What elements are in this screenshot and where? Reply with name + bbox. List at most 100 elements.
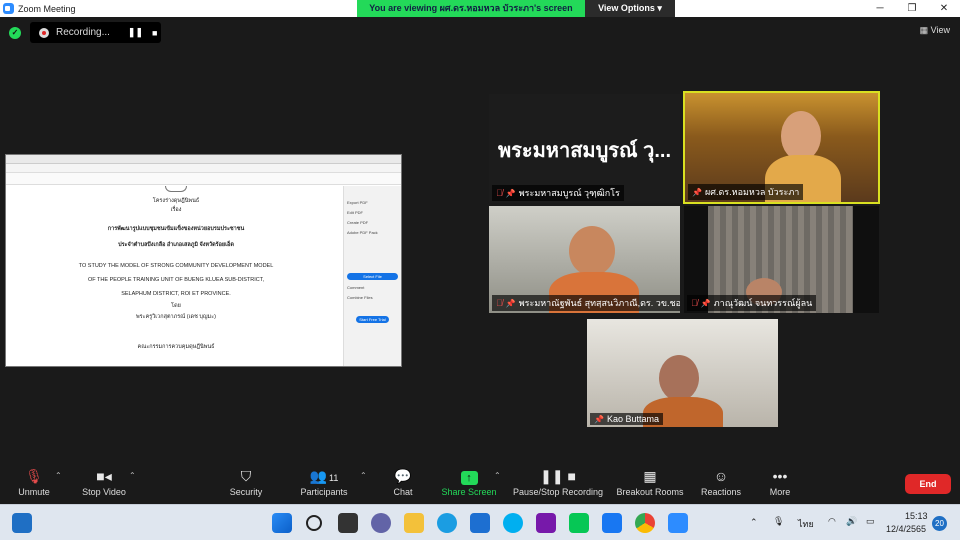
window-controls: ─ ❐ ✕ (864, 0, 960, 17)
maximize-icon[interactable]: ❐ (896, 0, 928, 17)
view-options-button[interactable]: View Options ▾ (585, 0, 675, 17)
close-icon[interactable]: ✕ (928, 0, 960, 17)
widgets-icon[interactable] (12, 513, 32, 533)
doc-line: โครงร่างดุษฎีนิพนธ์ (152, 198, 200, 204)
participant-name: ภาณุวัฒน์ จนทวรรณ์ผู้ลน (713, 298, 813, 308)
microphone-tray-icon[interactable]: 🎙 (773, 516, 784, 527)
share-screen-button[interactable]: ↑ Share Screen (440, 468, 498, 497)
video-camera-icon: ■◂ (96, 468, 112, 484)
panel-item[interactable]: Combine Files (347, 295, 398, 300)
tray-chevron-icon[interactable]: ⌃ (750, 517, 758, 528)
mail-icon[interactable] (470, 513, 490, 533)
breakout-rooms-label: Breakout Rooms (616, 487, 684, 497)
clock-time[interactable]: 15:13 (905, 511, 928, 521)
pin-icon: 📌 (594, 414, 604, 424)
participant-name: พระมหาณัฐพันธ์ สุทสฺสนวิภาณี,ดร. วข.ชอ..… (518, 298, 680, 308)
mic-muted-icon: 🎙̸ (496, 188, 503, 198)
chrome-icon[interactable] (635, 513, 655, 533)
pdf-document: โครงร่างดุษฎีนิพนธ์ เรื่อง การพัฒนารูปแบ… (6, 186, 346, 366)
participants-caret-icon[interactable]: ⌃ (360, 471, 367, 480)
stop-video-label: Stop Video (82, 487, 126, 497)
stop-recording-icon[interactable]: ■ (152, 28, 157, 38)
pin-icon: 📌 (505, 298, 516, 308)
panel-item[interactable]: Select File (347, 273, 398, 280)
notification-badge[interactable]: 20 (932, 516, 947, 531)
panel-item[interactable]: Create PDF (347, 220, 398, 225)
mic-muted-icon: 🎙̸ (496, 298, 503, 308)
video-tile[interactable]: 🎙̸ 📌 ภาณุวัฒน์ จนทวรรณ์ผู้ลน (684, 206, 879, 313)
minimize-icon[interactable]: ─ (864, 0, 896, 17)
chat-button[interactable]: 💬 Chat (386, 468, 420, 497)
clock-date[interactable]: 12/4/2565 (886, 524, 926, 534)
doc-line: SELAPHUM DISTRICT, ROI ET PROVINCE. (121, 291, 231, 297)
more-button[interactable]: ••• More (764, 468, 796, 497)
security-label: Security (229, 487, 263, 497)
unmute-button[interactable]: 🎙 Unmute (12, 468, 56, 497)
pin-icon: 📌 (505, 188, 516, 198)
audio-options-caret-icon[interactable]: ⌃ (55, 471, 62, 480)
shared-screen[interactable]: โครงร่างดุษฎีนิพนธ์ เรื่อง การพัฒนารูปแบ… (5, 154, 402, 367)
zoom-taskbar-icon[interactable] (668, 513, 688, 533)
video-options-caret-icon[interactable]: ⌃ (129, 471, 136, 480)
volume-icon[interactable]: 🔊 (846, 516, 857, 527)
mic-muted-icon: 🎙̸ (691, 298, 698, 308)
pause-stop-label: Pause/Stop Recording (512, 487, 604, 497)
video-tile-active-speaker[interactable]: 📌 ผศ.ดร.หอมหวล บัวระภา (683, 91, 880, 204)
participant-video (781, 111, 821, 161)
breakout-rooms-button[interactable]: ▦ Breakout Rooms (614, 468, 686, 497)
doc-line: OF THE PEOPLE TRAINING UNIT OF BUENG KLU… (87, 277, 265, 283)
record-icon (39, 27, 49, 38)
share-options-caret-icon[interactable]: ⌃ (494, 471, 501, 480)
end-meeting-button[interactable]: End (905, 474, 951, 494)
task-view-icon[interactable] (338, 513, 358, 533)
stop-video-button[interactable]: ■◂ Stop Video (78, 468, 130, 497)
search-icon[interactable] (306, 515, 322, 531)
video-tile[interactable]: พระมหาสมบูรณ์ วุ... 🎙̸ 📌 พระมหาสมบูรณ์ ว… (489, 94, 680, 203)
doc-line: พระครูวิเวกสุตาภรณ์ (เดช บุญมะ) (136, 314, 216, 320)
panel-item[interactable]: Edit PDF (347, 210, 398, 215)
file-explorer-icon[interactable] (404, 513, 424, 533)
participant-name-tag: 📌 ผศ.ดร.หอมหวล บัวระภา (688, 184, 804, 200)
encryption-shield-icon[interactable]: ✓ (9, 27, 21, 39)
unmute-label: Unmute (18, 487, 50, 497)
reactions-button[interactable]: ☺ Reactions (698, 468, 744, 497)
participant-big-name: พระมหาสมบูรณ์ วุ... (497, 140, 672, 162)
doc-line: เรื่อง (170, 207, 182, 213)
wifi-icon[interactable]: ◠ (828, 516, 836, 527)
pause-stop-recording-button[interactable]: ❚❚ ■ Pause/Stop Recording (510, 468, 606, 497)
start-icon[interactable] (272, 513, 292, 533)
panel-item[interactable]: Export PDF (347, 200, 398, 205)
pin-icon: 📌 (700, 298, 711, 308)
panel-item[interactable]: Start Free Trial (356, 316, 389, 323)
pdf-tools-panel: Export PDF Edit PDF Create PDF Adobe PDF… (343, 186, 401, 366)
meeting-toolbar: 🎙 Unmute ⌃ ■◂ Stop Video ⌃ ⛉ Security 👥 1… (0, 462, 960, 504)
video-tile[interactable]: 🎙̸ 📌 พระมหาณัฐพันธ์ สุทสฺสนวิภาณี,ดร. วข… (489, 206, 680, 313)
pdf-menu-bar (6, 164, 401, 173)
pause-recording-icon[interactable]: ❚❚ (128, 27, 143, 38)
shield-icon: ⛉ (240, 468, 252, 484)
battery-icon[interactable]: ▭ (866, 516, 875, 527)
onenote-icon[interactable] (536, 513, 556, 533)
participants-button[interactable]: 👥 11 Participants (295, 468, 353, 497)
more-label: More (769, 487, 791, 497)
doc-line: การพัฒนารูปแบบชุมชนเข้มแข็งของหน่วยอบรมป… (107, 226, 245, 232)
teams-chat-icon[interactable] (371, 513, 391, 533)
doc-line: คณะกรรมการควบคุมดุษฎีนิพนธ์ (137, 344, 215, 350)
share-screen-icon: ↑ (440, 468, 498, 485)
view-button[interactable]: ▦ View (920, 25, 950, 36)
video-tile[interactable]: 📌 Kao Buttama (587, 319, 778, 427)
participant-name-tag: 🎙̸ 📌 พระมหาณัฐพันธ์ สุทสฺสนวิภาณี,ดร. วข… (492, 295, 680, 311)
participant-video (659, 355, 699, 401)
edge-icon[interactable] (437, 513, 457, 533)
input-language[interactable]: ไทย (798, 517, 814, 531)
skype-icon[interactable] (503, 513, 523, 533)
participant-name-tag: 🎙̸ 📌 พระมหาสมบูรณ์ วุฑฺฒิกโร (492, 185, 624, 201)
security-button[interactable]: ⛉ Security (224, 468, 268, 497)
pin-icon: 📌 (692, 187, 702, 197)
panel-item[interactable]: Comment (347, 285, 398, 290)
participant-name: ผศ.ดร.หอมหวล บัวระภา (704, 187, 800, 197)
line-icon[interactable] (569, 513, 589, 533)
doc-line: โดย (171, 303, 181, 309)
facebook-icon[interactable] (602, 513, 622, 533)
participant-name: พระมหาสมบูรณ์ วุฑฺฒิกโร (518, 188, 620, 198)
